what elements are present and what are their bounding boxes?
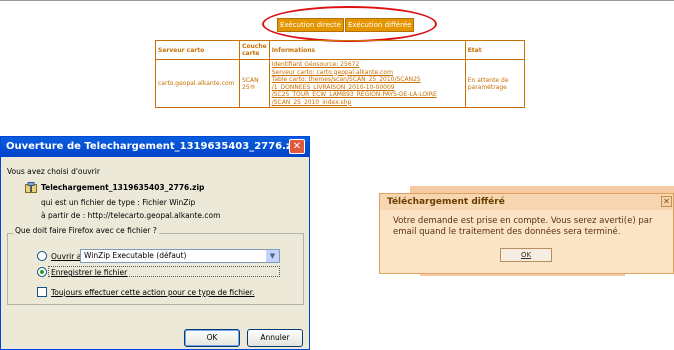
popup-close-button[interactable]: ✕ bbox=[661, 196, 672, 207]
info-link-table-path-2[interactable]: /SC25_TOUR_ECW_LAMB93_REGION-PAYS-DE-LA-… bbox=[272, 91, 463, 99]
save-file-label[interactable]: Enregistrer le fichier bbox=[51, 268, 127, 277]
cell-info: Identifiant Géosource: 25672 Serveur car… bbox=[268, 59, 466, 108]
deferred-execution-button[interactable]: Exécution différée bbox=[345, 18, 415, 32]
dialog-close-button[interactable]: ✕ bbox=[289, 139, 305, 154]
info-link-table-path-3[interactable]: /SCAN_25_2010_index.shp bbox=[272, 99, 463, 107]
layer-info-table: Serveur carto Couche carte Informations … bbox=[155, 40, 526, 108]
chevron-down-icon[interactable]: ▼ bbox=[266, 250, 279, 262]
action-question: Que doit faire Firefox avec ce fichier ? bbox=[13, 226, 159, 235]
open-with-value: WinZip Executable (défaut) bbox=[84, 251, 187, 260]
info-link-table[interactable]: Table carto: themes/scan/SCAN_25_2010/SC… bbox=[272, 76, 463, 84]
table-row: carto.geopal.alkante.com SCAN 25® Identi… bbox=[155, 59, 526, 108]
close-icon: ✕ bbox=[663, 197, 670, 206]
file-name: Telechargement_1319635403_2776.zip bbox=[41, 183, 205, 192]
cancel-button[interactable]: Annuler bbox=[247, 329, 303, 347]
file-type-line: qui est un fichier de type : Fichier Win… bbox=[41, 198, 196, 207]
open-with-select[interactable]: WinZip Executable (défaut) ▼ bbox=[80, 249, 280, 263]
table-header-row: Serveur carto Couche carte Informations … bbox=[155, 40, 526, 60]
top-divider bbox=[0, 0, 674, 1]
popup-message: Votre demande est prise en compte. Vous … bbox=[393, 216, 653, 237]
winzip-file-icon bbox=[25, 182, 37, 193]
header-status: Etat bbox=[464, 40, 526, 60]
dialog-title: Ouverture de Telechargement_1319635403_2… bbox=[6, 141, 303, 152]
ok-button[interactable]: OK bbox=[184, 329, 240, 347]
popup-title-bar: Téléchargement différé ✕ bbox=[380, 194, 673, 210]
info-link-server[interactable]: Serveur carto: carto.geopal.alkante.com bbox=[272, 69, 463, 77]
chosen-to-open-label: Vous avez choisi d'ouvrir bbox=[7, 167, 100, 176]
info-link-geosource-id[interactable]: Identifiant Géosource: 25672 bbox=[272, 61, 463, 69]
cell-layer: SCAN 25® bbox=[239, 59, 270, 108]
header-server: Serveur carto bbox=[155, 40, 240, 60]
cell-server: carto.geopal.alkante.com bbox=[155, 59, 240, 108]
dialog-title-bar: Ouverture de Telechargement_1319635403_2… bbox=[1, 137, 309, 157]
popup-ok-button[interactable]: OK bbox=[500, 248, 552, 262]
cell-status: En attente de paramétrage bbox=[464, 59, 526, 108]
save-file-radio[interactable] bbox=[37, 267, 47, 277]
open-with-radio[interactable] bbox=[37, 251, 47, 261]
always-label[interactable]: Toujours effectuer cette action pour ce … bbox=[51, 288, 255, 297]
close-icon: ✕ bbox=[292, 141, 302, 152]
download-dialog: Ouverture de Telechargement_1319635403_2… bbox=[0, 136, 310, 350]
header-info: Informations bbox=[268, 40, 466, 60]
header-layer: Couche carte bbox=[239, 40, 270, 60]
popup-title: Téléchargement différé bbox=[387, 197, 505, 207]
direct-execution-button[interactable]: Exécution directe bbox=[277, 18, 344, 32]
info-link-table-path-1[interactable]: /1_DONNEES_LIVRAISON_2010-10-00009 bbox=[272, 84, 463, 92]
always-checkbox[interactable] bbox=[37, 287, 47, 297]
file-source-line: à partir de : http://telecarto.geopal.al… bbox=[41, 211, 221, 220]
deferred-download-popup: Téléchargement différé ✕ Votre demande e… bbox=[379, 193, 674, 274]
